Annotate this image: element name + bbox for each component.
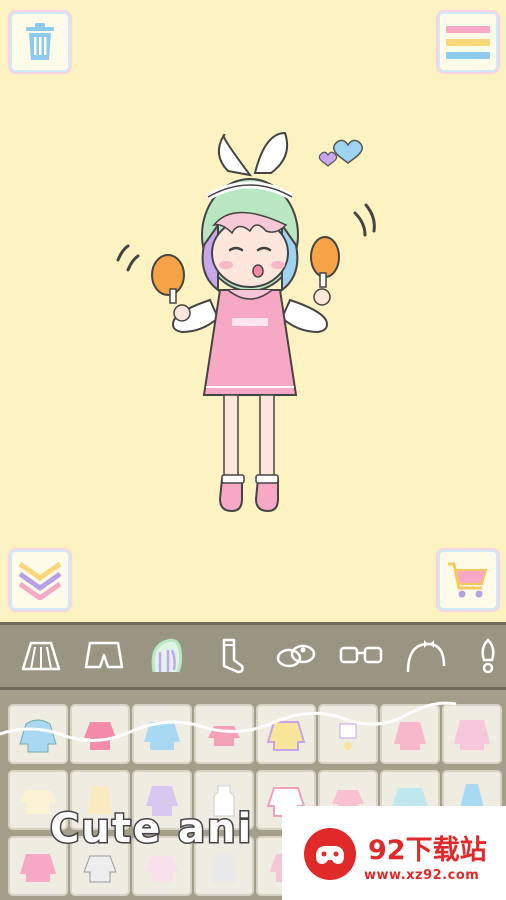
socks-icon bbox=[222, 638, 244, 674]
shop-button[interactable] bbox=[440, 552, 496, 608]
headband-icon bbox=[406, 640, 446, 673]
hoodie-icon bbox=[19, 719, 57, 753]
item-cell[interactable] bbox=[318, 704, 378, 764]
item-cell[interactable] bbox=[442, 704, 502, 764]
tab-socks[interactable] bbox=[208, 631, 260, 681]
menu-button[interactable] bbox=[440, 14, 496, 70]
gamepad-logo-icon bbox=[304, 828, 356, 880]
watermark-badge: 92下载站 www.xz92.com bbox=[282, 806, 506, 900]
item-cell[interactable] bbox=[132, 704, 192, 764]
hair-icon bbox=[151, 638, 183, 673]
bow-item-icon bbox=[339, 723, 357, 750]
ruffle-top-icon bbox=[146, 856, 178, 882]
coat-icon bbox=[454, 720, 490, 750]
shirt-icon bbox=[208, 726, 240, 746]
tab-hair[interactable] bbox=[140, 631, 192, 681]
watermark-name: 92下载站 bbox=[368, 835, 487, 866]
kimono-icon bbox=[20, 854, 56, 882]
cart-icon bbox=[448, 562, 488, 598]
glasses-icon bbox=[339, 646, 383, 664]
trash-button[interactable] bbox=[12, 14, 68, 70]
accessory-icon bbox=[481, 638, 495, 674]
item-cell[interactable] bbox=[256, 704, 316, 764]
promo-caption: Cute ani bbox=[48, 805, 254, 854]
tab-glasses[interactable] bbox=[335, 631, 387, 681]
character-figure bbox=[116, 131, 376, 513]
menu-icon bbox=[446, 26, 490, 59]
item-cell[interactable] bbox=[8, 704, 68, 764]
jacket-icon bbox=[266, 721, 306, 751]
top-icon bbox=[84, 722, 116, 750]
item-cell[interactable] bbox=[70, 704, 130, 764]
tab-shoes[interactable] bbox=[270, 631, 322, 681]
dress-up-stage bbox=[0, 0, 506, 622]
collapse-button[interactable] bbox=[12, 552, 68, 608]
trash-icon bbox=[26, 23, 54, 60]
tab-headband[interactable] bbox=[400, 631, 452, 681]
bunny-top-icon bbox=[83, 855, 117, 883]
tab-skirt[interactable] bbox=[15, 631, 67, 681]
category-toolbar bbox=[0, 622, 506, 690]
sweater-icon bbox=[144, 722, 180, 750]
watermark-url: www.xz92.com bbox=[364, 868, 480, 883]
chevron-down-icon bbox=[18, 561, 62, 600]
vest-icon bbox=[212, 854, 236, 882]
tab-shorts[interactable] bbox=[78, 631, 130, 681]
shoes-icon bbox=[276, 644, 316, 668]
shorts-icon bbox=[84, 641, 124, 669]
tab-accessory[interactable] bbox=[462, 631, 506, 681]
item-cell[interactable] bbox=[194, 704, 254, 764]
skirt-icon bbox=[21, 641, 61, 671]
item-cell[interactable] bbox=[380, 704, 440, 764]
cardigan-icon bbox=[394, 722, 426, 750]
